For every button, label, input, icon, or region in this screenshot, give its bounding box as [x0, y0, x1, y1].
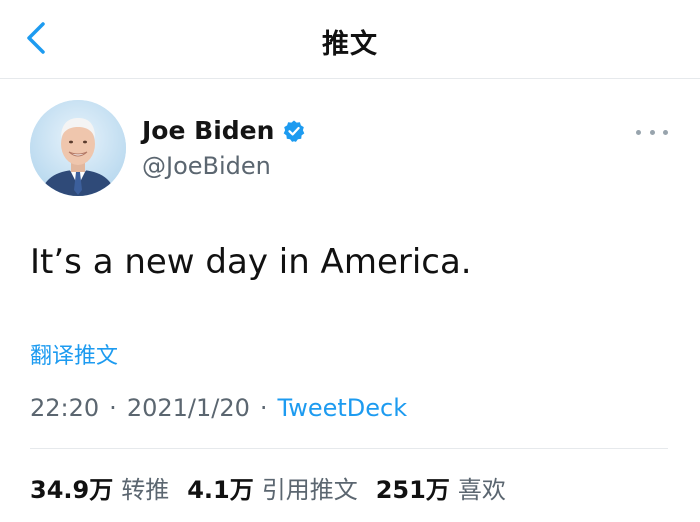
tweet-detail-page: 推文 Joe Biden @JoeBiden It’s a new day in…	[0, 0, 700, 522]
more-horizontal-icon	[663, 129, 668, 135]
author-display-name[interactable]: Joe Biden	[142, 116, 274, 145]
verified-badge-icon	[282, 119, 306, 143]
author-name-row[interactable]: Joe Biden	[142, 116, 306, 145]
avatar[interactable]	[30, 100, 126, 196]
tweet-text: It’s a new day in America.	[30, 242, 472, 282]
profile-photo	[30, 100, 126, 196]
divider	[30, 448, 668, 449]
engagement-stats: 34.9万 转推 4.1万 引用推文 251万 喜欢	[30, 470, 524, 505]
stat-quote-tweets[interactable]: 4.1万 引用推文	[187, 470, 358, 505]
tweet-metadata: 22:20 · 2021/1/20 · TweetDeck	[30, 394, 407, 422]
tweet-date[interactable]: 2021/1/20	[127, 394, 250, 422]
author-handle[interactable]: @JoeBiden	[142, 152, 271, 180]
top-bar: 推文	[0, 0, 700, 79]
more-horizontal-icon	[649, 129, 655, 135]
tweet-source-link[interactable]: TweetDeck	[278, 394, 408, 422]
more-options-button[interactable]	[636, 124, 668, 140]
stat-value: 34.9万	[30, 476, 114, 504]
stat-label: 转推	[121, 476, 170, 504]
translate-tweet-link[interactable]: 翻译推文	[30, 338, 118, 370]
stat-label: 引用推文	[261, 476, 358, 504]
stat-value: 251万	[375, 476, 450, 504]
separator: ·	[259, 394, 268, 422]
more-horizontal-icon	[636, 129, 641, 135]
separator: ·	[109, 394, 117, 422]
stat-value: 4.1万	[187, 476, 254, 504]
stat-label: 喜欢	[457, 476, 506, 504]
stat-retweets[interactable]: 34.9万 转推	[30, 470, 169, 505]
tweet-time[interactable]: 22:20	[30, 394, 99, 422]
stat-likes[interactable]: 251万 喜欢	[376, 470, 506, 505]
page-title: 推文	[322, 29, 378, 60]
